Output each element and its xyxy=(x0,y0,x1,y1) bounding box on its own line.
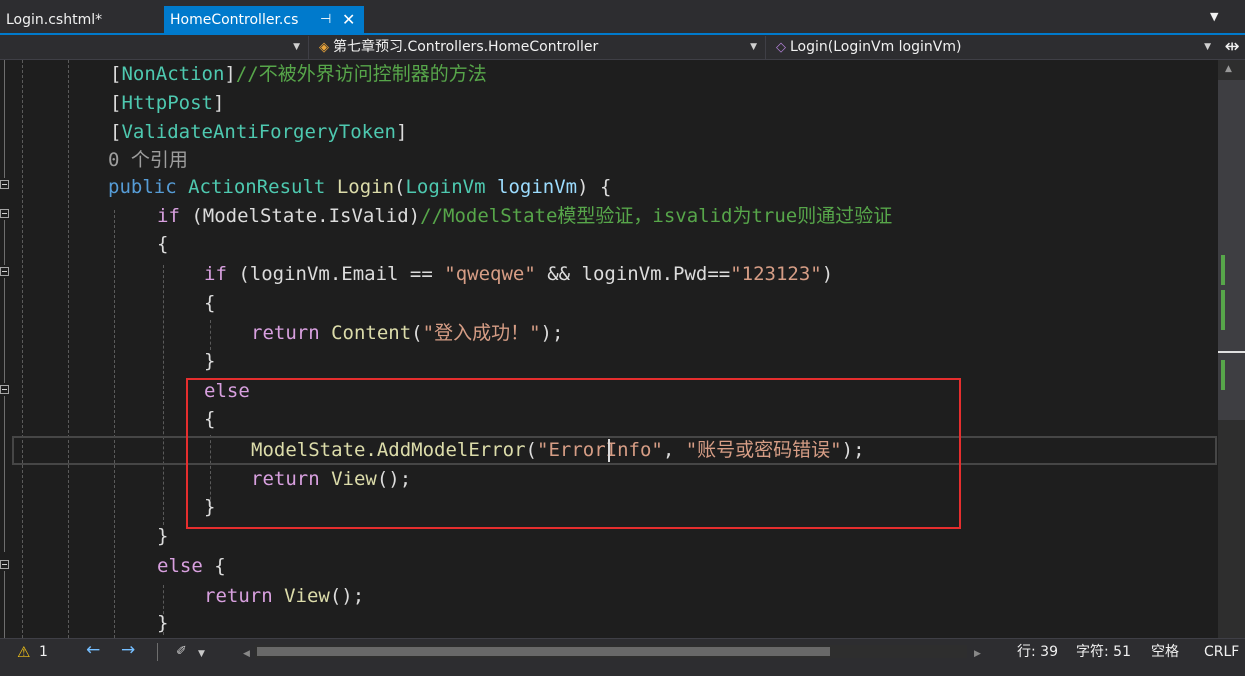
scroll-up-icon[interactable]: ▲ xyxy=(1225,64,1232,74)
outline-line xyxy=(4,220,5,265)
outline-line xyxy=(4,60,5,178)
codelens-references[interactable]: 0 个引用 xyxy=(108,146,188,175)
keyword: if xyxy=(157,205,180,227)
change-marker xyxy=(1221,255,1225,285)
arrow-right-icon[interactable]: → xyxy=(121,641,135,659)
editor-status-bar: ⚠ 1 ← → ✐ ▼ ◀ ▶ 行: 39 字符: 51 空格 CRLF xyxy=(0,638,1245,676)
attribute-name: HttpPost xyxy=(121,92,213,114)
outlining-margin xyxy=(0,60,14,638)
code-text: (ModelState.IsValid) xyxy=(191,205,421,227)
code-line: if (ModelState.IsValid)//ModelState模型验证，… xyxy=(157,202,892,231)
chevron-down-icon[interactable]: ▼ xyxy=(198,645,205,663)
code-line: else { xyxy=(157,555,226,577)
keyword: if xyxy=(204,263,227,285)
method-icon: ◇ xyxy=(776,40,786,55)
pin-tab-icon[interactable]: ⊣ xyxy=(320,6,331,34)
code-line: } xyxy=(157,525,169,547)
parameter-name: loginVm xyxy=(497,176,578,198)
close-tab-icon[interactable]: ✕ xyxy=(342,6,355,34)
attribute-name: NonAction xyxy=(121,63,225,85)
type-name: LoginVm xyxy=(405,176,486,198)
code-comment: //ModelState模型验证，isvalid为true则通过验证 xyxy=(420,205,893,227)
project-dropdown[interactable]: ▼ xyxy=(0,36,306,59)
horizontal-scrollbar[interactable] xyxy=(255,645,967,658)
tab-homecontroller-cs[interactable]: HomeController.cs ⊣ ✕ xyxy=(164,6,364,34)
indent-guide xyxy=(22,60,23,638)
tab-list-dropdown-icon[interactable]: ▼ xyxy=(1210,10,1218,23)
method-name: Login xyxy=(336,176,395,198)
outline-line xyxy=(4,571,5,638)
collapse-icon[interactable] xyxy=(0,180,9,189)
collapse-icon[interactable] xyxy=(0,385,9,394)
type-dropdown[interactable]: ◈ 第七章预习.Controllers.HomeController ▼ xyxy=(308,36,763,59)
indent-guide xyxy=(114,210,115,638)
red-annotation-box xyxy=(186,378,961,529)
change-marker xyxy=(1221,290,1225,330)
keyword: else xyxy=(157,555,203,577)
code-line: [NonAction]//不被外界访问控制器的方法 xyxy=(110,63,487,85)
whitespace-indicator[interactable]: 空格 xyxy=(1151,643,1179,661)
scroll-left-icon[interactable]: ◀ xyxy=(243,645,250,663)
indent-guide xyxy=(210,320,211,350)
warning-icon[interactable]: ⚠ xyxy=(17,643,30,661)
type-name: ActionResult xyxy=(188,176,326,198)
type-label: 第七章预习.Controllers.HomeController xyxy=(333,39,599,55)
navigation-bar: ▼ ◈ 第七章预习.Controllers.HomeController ▼ ◇ L… xyxy=(0,35,1245,60)
tab-label: Login.cshtml* xyxy=(6,12,103,28)
code-comment: //不被外界访问控制器的方法 xyxy=(235,63,487,85)
method-name: Content xyxy=(331,322,412,344)
string-literal: "123123" xyxy=(730,263,822,285)
keyword: return xyxy=(251,322,320,344)
collapse-icon[interactable] xyxy=(0,209,9,218)
code-line: { xyxy=(157,233,169,255)
code-line: [HttpPost] xyxy=(110,92,225,114)
code-line: return View(); xyxy=(204,585,365,607)
keyword: return xyxy=(204,585,273,607)
warning-count[interactable]: 1 xyxy=(39,643,48,661)
line-number-indicator[interactable]: 行: 39 xyxy=(1017,643,1058,661)
string-literal: "qweqwe" xyxy=(444,263,536,285)
tab-login-cshtml[interactable]: Login.cshtml* xyxy=(0,6,162,34)
member-label: Login(LoginVm loginVm) xyxy=(790,39,962,55)
caret-position-marker xyxy=(1218,351,1245,353)
code-line: { xyxy=(204,292,216,314)
arrow-left-icon[interactable]: ← xyxy=(86,641,100,659)
vertical-scrollbar[interactable]: ▲ xyxy=(1218,60,1245,638)
outline-line xyxy=(4,278,5,383)
indent-guide xyxy=(68,60,69,638)
split-editor-icon[interactable]: ⇹ xyxy=(1222,37,1242,57)
collapse-icon[interactable] xyxy=(0,560,9,569)
code-text: ) xyxy=(821,263,834,285)
column-indicator[interactable]: 字符: 51 xyxy=(1076,643,1131,661)
outline-line xyxy=(4,396,5,552)
tab-label: HomeController.cs xyxy=(170,12,299,28)
chevron-down-icon: ▼ xyxy=(750,42,757,52)
code-line: public ActionResult Login(LoginVm loginV… xyxy=(108,176,612,198)
code-line: } xyxy=(157,612,169,634)
member-dropdown[interactable]: ◇ Login(LoginVm loginVm) ▼ xyxy=(765,36,1217,59)
class-icon: ◈ xyxy=(319,40,329,55)
indent-guide xyxy=(163,265,164,525)
attribute-name: ValidateAntiForgeryToken xyxy=(121,121,396,143)
string-literal: "登入成功！" xyxy=(422,322,541,344)
scroll-right-icon[interactable]: ▶ xyxy=(974,645,981,663)
divider xyxy=(157,643,158,661)
code-line: } xyxy=(204,350,216,372)
keyword: public xyxy=(108,176,177,198)
code-text: && loginVm.Pwd== xyxy=(535,263,731,285)
code-line: [ValidateAntiForgeryToken] xyxy=(110,121,408,143)
scrollbar-thumb[interactable] xyxy=(257,647,830,656)
code-line: return Content("登入成功！"); xyxy=(251,322,564,344)
code-line: if (loginVm.Email == "qweqwe" && loginVm… xyxy=(204,260,833,289)
line-ending-indicator[interactable]: CRLF xyxy=(1204,643,1239,661)
code-text: (loginVm.Email == xyxy=(238,263,445,285)
collapse-icon[interactable] xyxy=(0,267,9,276)
code-cleanup-brush-icon[interactable]: ✐ xyxy=(176,643,187,661)
method-name: View xyxy=(284,585,330,607)
document-tab-bar: Login.cshtml* HomeController.cs ⊣ ✕ ▼ xyxy=(0,0,1245,35)
chevron-down-icon: ▼ xyxy=(293,42,300,52)
code-editor[interactable]: [NonAction]//不被外界访问控制器的方法 [HttpPost] [Va… xyxy=(0,60,1218,638)
chevron-down-icon: ▼ xyxy=(1204,42,1211,52)
change-marker xyxy=(1221,360,1225,390)
